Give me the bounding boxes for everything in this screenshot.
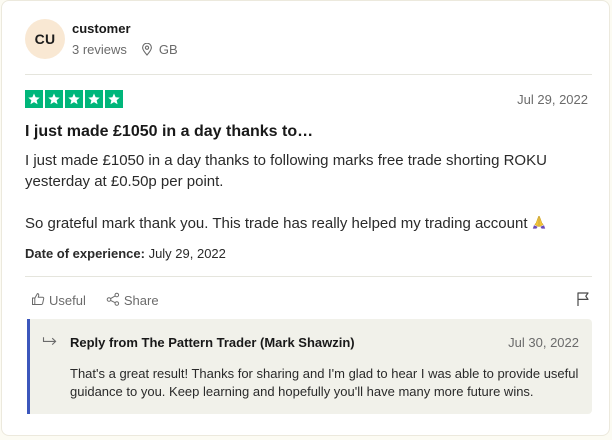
star-icon <box>45 90 63 108</box>
review-actions: Useful Share <box>31 292 179 309</box>
reply-author: Reply from The Pattern Trader (Mark Shaw… <box>70 335 355 350</box>
reviewer-country: GB <box>158 41 178 57</box>
reviewer-name[interactable]: customer <box>72 21 178 37</box>
reviewer-info: customer 3 reviews GB <box>72 21 178 58</box>
useful-label: Useful <box>49 293 86 308</box>
experience-label: Date of experience: <box>25 246 145 261</box>
actions-divider <box>25 276 592 277</box>
review-card: CU customer 3 reviews GB Jul 29, 2022 I … <box>1 0 610 436</box>
location-pin-icon <box>141 43 153 56</box>
experience-date: July 29, 2022 <box>148 246 226 261</box>
thumbs-up-icon <box>31 292 45 309</box>
date-of-experience: Date of experience: July 29, 2022 <box>25 246 226 261</box>
share-button[interactable]: Share <box>106 292 159 309</box>
reply-text: That's a great result! Thanks for sharin… <box>70 366 579 399</box>
review-paragraph: So grateful mark thank you. This trade h… <box>25 213 585 236</box>
review-paragraph: I just made £1050 in a day thanks to fol… <box>25 152 547 190</box>
star-icon <box>25 90 43 108</box>
review-date: Jul 29, 2022 <box>517 92 588 107</box>
review-body: I just made £1050 in a day thanks to fol… <box>25 150 585 236</box>
star-icon <box>65 90 83 108</box>
praying-hands-emoji <box>531 214 547 236</box>
reviewer-header: CU customer 3 reviews GB <box>25 19 178 59</box>
avatar[interactable]: CU <box>25 19 65 59</box>
star-rating <box>25 90 123 108</box>
useful-button[interactable]: Useful <box>31 292 86 309</box>
share-icon <box>106 292 120 309</box>
company-reply: Reply from The Pattern Trader (Mark Shaw… <box>27 319 592 414</box>
review-count: 3 reviews <box>72 41 127 57</box>
star-icon <box>85 90 103 108</box>
header-divider <box>25 74 592 75</box>
reviewer-meta: 3 reviews GB <box>72 42 178 58</box>
review-title[interactable]: I just made £1050 in a day thanks to… <box>25 123 313 141</box>
review-paragraph-text: So grateful mark thank you. This trade h… <box>25 215 528 232</box>
reply-arrow-icon <box>42 335 58 353</box>
reply-date: Jul 30, 2022 <box>508 335 579 350</box>
flag-icon[interactable] <box>576 291 590 312</box>
star-icon <box>105 90 123 108</box>
share-label: Share <box>123 293 159 308</box>
